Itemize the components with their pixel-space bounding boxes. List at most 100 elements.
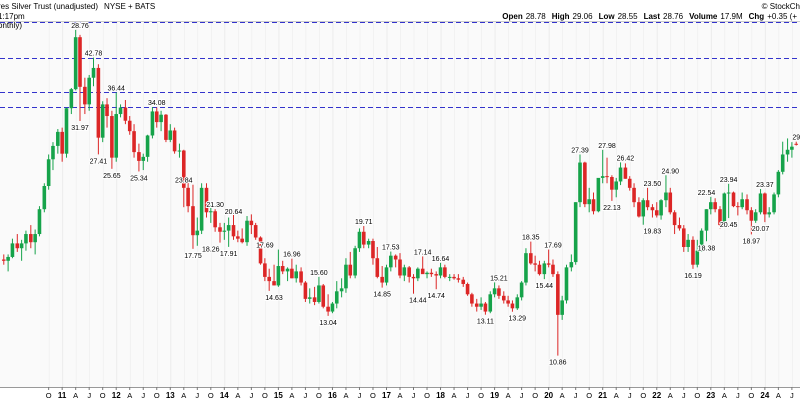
candle-body	[420, 268, 425, 275]
candle-body	[299, 271, 303, 283]
x-tick-label: O	[46, 391, 52, 400]
candle-body	[37, 209, 42, 235]
price-label: 18.38	[698, 245, 716, 252]
candle-body	[591, 199, 596, 212]
x-tick-label: O	[748, 391, 754, 400]
candle-body	[100, 104, 105, 138]
quote-label: Chg	[749, 12, 765, 21]
candle-body	[56, 131, 60, 146]
candle-body	[294, 271, 299, 279]
candle-body	[312, 297, 317, 302]
candle-body	[596, 177, 601, 212]
candle-body	[411, 276, 416, 279]
x-tick-label: J	[790, 391, 794, 400]
x-tick-label: A	[668, 391, 673, 400]
x-tick-label: A	[560, 391, 565, 400]
candle-body	[772, 194, 776, 213]
candle-body	[398, 259, 402, 276]
x-tick-label: A	[235, 391, 240, 400]
x-tick-label: O	[100, 391, 106, 400]
candle-body	[677, 225, 682, 229]
candle-body	[186, 187, 190, 207]
candle-body	[569, 262, 574, 268]
price-label: 17.69	[256, 243, 274, 250]
candle-body	[87, 77, 91, 105]
watermark: © StockCh	[762, 2, 800, 11]
candle-body	[438, 267, 443, 276]
candle-body	[583, 162, 587, 205]
candle-body	[645, 200, 650, 208]
candle-body	[537, 264, 542, 275]
candle-body	[118, 107, 123, 115]
candle-body	[767, 212, 771, 215]
candle-body	[474, 303, 479, 307]
candle-body	[785, 149, 790, 155]
x-tick-label: A	[73, 391, 78, 400]
price-label: 16.19	[684, 273, 702, 280]
candle-body	[393, 255, 398, 260]
candle-body	[168, 130, 173, 140]
candle-body	[758, 193, 763, 213]
price-label: 19.83	[644, 229, 662, 236]
x-tick-label: 12	[112, 391, 121, 400]
candle-body	[763, 193, 767, 215]
candle-body	[384, 267, 389, 283]
candle-body	[456, 278, 461, 280]
candle-body	[407, 267, 411, 277]
candle-body	[672, 212, 677, 226]
price-label: 13.29	[509, 316, 527, 323]
candle-body	[479, 303, 483, 307]
candle-body	[339, 288, 344, 292]
candle-body	[556, 274, 560, 315]
x-tick-label: A	[614, 391, 619, 400]
price-label: 17.69	[544, 243, 562, 250]
candle-body	[344, 264, 348, 289]
x-tick-label: A	[289, 391, 294, 400]
candle-body	[330, 303, 335, 312]
candle-body	[222, 230, 227, 232]
candle-body	[24, 234, 28, 244]
candle-body	[443, 267, 447, 277]
x-tick-label: 20	[544, 391, 553, 400]
candle-body	[736, 206, 740, 208]
quote-value: +0.35 (+	[767, 12, 797, 21]
price-label: 16.64	[432, 256, 450, 263]
candle-body	[564, 267, 569, 301]
quote-label: Low	[599, 12, 616, 21]
candle-body	[713, 202, 717, 210]
candle-body	[501, 295, 506, 301]
candle-body	[245, 220, 249, 243]
quote-label: High	[552, 12, 570, 21]
x-tick-label: O	[154, 391, 160, 400]
candle-body	[263, 263, 267, 277]
price-label: 18.35	[522, 235, 540, 242]
candle-body	[361, 231, 366, 245]
x-tick-label: J	[736, 391, 740, 400]
candle-body	[402, 267, 407, 276]
candle-body	[573, 202, 578, 263]
candle-body	[83, 86, 87, 105]
candle-body	[114, 114, 119, 158]
price-label: 14.63	[265, 295, 283, 302]
candle-body	[164, 114, 168, 140]
candle-body	[681, 228, 686, 248]
quote-label: Volume	[689, 12, 718, 21]
candle-body	[33, 234, 37, 243]
candle-body	[15, 243, 20, 249]
x-tick-label: A	[181, 391, 186, 400]
candle-body	[776, 171, 781, 195]
candle-body	[191, 206, 195, 236]
x-tick-label: O	[316, 391, 322, 400]
price-label: 23.37	[756, 182, 774, 189]
quote-value: 17.9M	[720, 12, 743, 21]
candle-body	[10, 243, 15, 257]
price-label: 19.71	[355, 219, 373, 226]
x-tick-label: O	[478, 391, 484, 400]
candle-body	[668, 192, 673, 213]
candle-body	[578, 162, 582, 203]
candle-body	[546, 263, 551, 265]
candle-body	[375, 258, 380, 277]
x-tick-label: 24	[760, 391, 769, 400]
candle-body	[267, 276, 271, 282]
x-tick-label: J	[574, 391, 578, 400]
